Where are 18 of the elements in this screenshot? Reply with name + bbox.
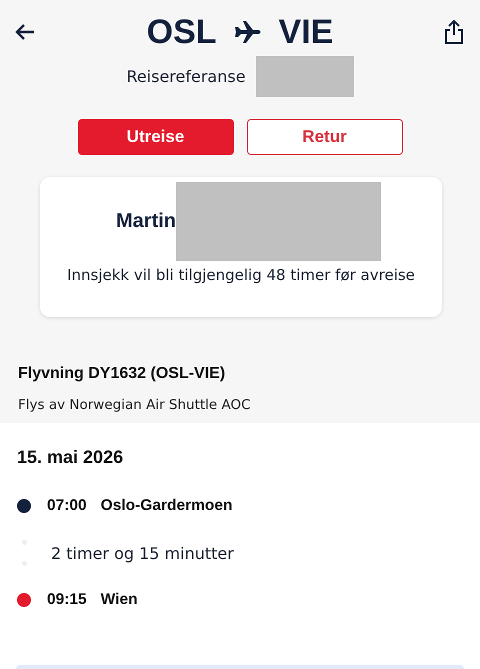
operator-text: Flys av Norwegian Air Shuttle AOC	[18, 397, 252, 413]
destination-code: VIE	[278, 12, 334, 52]
flight-duration: 2 timer og 15 minutter	[51, 544, 234, 562]
flight-title: Flyvning DY1632 (OSL-VIE)	[18, 365, 226, 383]
stop-time: 09:15	[47, 591, 87, 609]
booking-reference-label: Reisereferanse	[126, 67, 246, 86]
trip-tab[interactable]: Utreise	[78, 119, 234, 155]
back-icon[interactable]	[14, 23, 36, 41]
flight-date: 15. mai 2026	[17, 447, 124, 468]
origin-code: OSL	[146, 12, 217, 52]
passenger-name: Martin	[116, 210, 176, 233]
share-icon[interactable]	[444, 19, 464, 45]
stop-place: Wien	[100, 591, 138, 609]
stop-time: 07:00	[47, 497, 87, 515]
stop-place: Oslo-Gardermoen	[100, 497, 232, 515]
trip-tab[interactable]: Retur	[246, 119, 402, 155]
checkin-message: Innsjekk vil bli tilgjengelig 48 timer før avreise	[66, 265, 416, 286]
airplane-icon	[232, 19, 263, 45]
